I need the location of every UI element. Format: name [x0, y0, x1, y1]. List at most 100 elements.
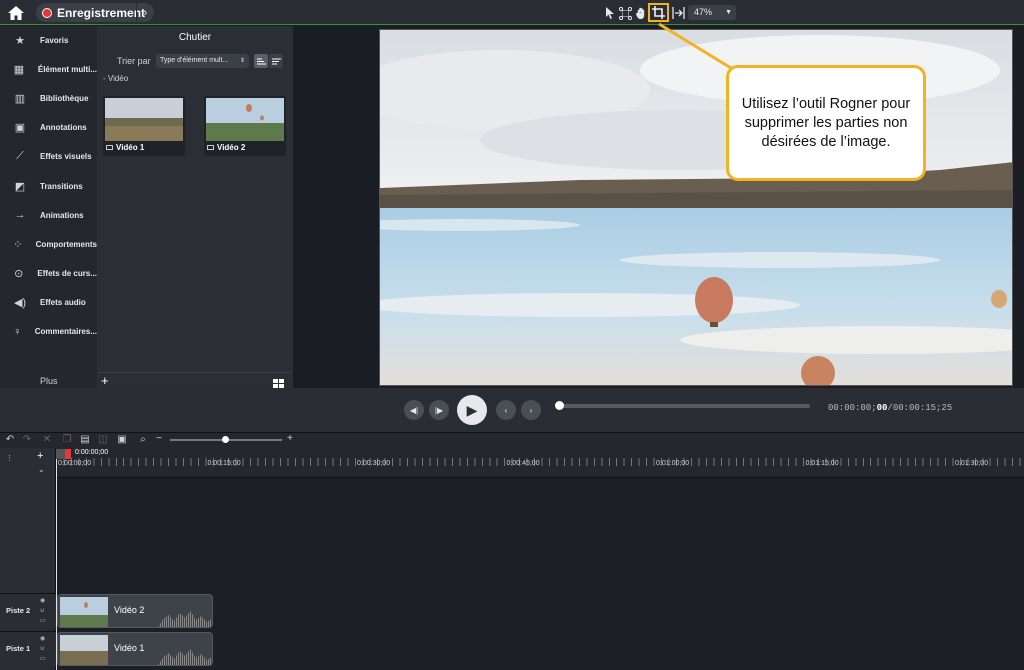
- track-header-piste-1[interactable]: Piste 1 ◉ ∪ ▭: [0, 631, 56, 667]
- clip-label: Vidéo 2: [114, 605, 145, 615]
- timeline-ruler[interactable]: 0:00:00;00 0:00:15;00 0:00:30;00 0:00:45;00…: [56, 448, 1024, 478]
- ruler-label: 0:01:30;00: [955, 460, 989, 467]
- video-thumbnail: [206, 98, 284, 141]
- record-label: Enregistrement: [57, 5, 146, 20]
- sidebar-item-behavior[interactable]: ⁘ Comportements: [0, 230, 97, 259]
- chevron-updown-icon: ⇕: [239, 58, 245, 64]
- paste-icon[interactable]: ▤: [78, 434, 92, 445]
- scrub-handle[interactable]: [555, 401, 564, 410]
- media-label: Vidéo 2: [217, 143, 246, 152]
- ruler-label: 0:00:00;00: [58, 460, 92, 467]
- timecode-frames: 00: [876, 403, 888, 413]
- sidebar-item-library[interactable]: ▥ Bibliothèque: [0, 84, 97, 113]
- pan-icon[interactable]: [634, 6, 648, 20]
- zoom-out-icon[interactable]: −: [152, 433, 166, 444]
- ruler-label: 0:00:30;00: [357, 460, 391, 467]
- cut-icon: ✕: [42, 434, 52, 445]
- audio-waveform: [158, 611, 212, 627]
- lock-icon[interactable]: ▭: [40, 655, 46, 662]
- instruction-callout: Utilisez l’outil Rogner pour supprimer l…: [726, 65, 926, 181]
- add-track-icon[interactable]: +: [37, 450, 43, 462]
- group-label: Vidéo: [107, 74, 129, 83]
- redo-icon: ↷: [22, 434, 32, 445]
- sidebar-item-label: Effets audio: [40, 297, 86, 307]
- video-group-header[interactable]: - Vidéo: [103, 74, 128, 83]
- more-button[interactable]: Plus: [40, 376, 58, 386]
- split-icon: ◫: [98, 434, 108, 445]
- previous-clip-icon[interactable]: ‹: [496, 400, 516, 420]
- video-thumbnail: [105, 98, 183, 141]
- lock-icon[interactable]: ▭: [40, 617, 46, 624]
- sort-descending-icon[interactable]: [269, 54, 283, 68]
- zoom-in-icon[interactable]: +: [283, 433, 297, 444]
- media-item-video-2[interactable]: Vidéo 2: [204, 96, 286, 156]
- step-back-icon[interactable]: ◀|: [404, 400, 424, 420]
- bin-footer: +: [97, 372, 293, 388]
- edit-points-icon[interactable]: [618, 6, 632, 20]
- eye-icon[interactable]: ◉: [40, 597, 45, 604]
- home-icon[interactable]: [6, 4, 26, 21]
- callout-pointer: [658, 22, 732, 70]
- next-clip-icon[interactable]: ›: [521, 400, 541, 420]
- sidebar-item-star[interactable]: ★ Favoris: [0, 26, 97, 55]
- microphone-icon: ♀: [13, 325, 22, 338]
- scrub-bar[interactable]: [558, 404, 810, 408]
- sidebar-item-speaker[interactable]: ◀) Effets audio: [0, 288, 97, 317]
- sidebar-item-label: Favoris: [40, 36, 69, 45]
- chevron-right-icon[interactable]: ›: [136, 3, 154, 22]
- select-icon[interactable]: [603, 6, 617, 20]
- camera-icon[interactable]: ▣: [115, 434, 129, 445]
- step-forward-icon[interactable]: |▶: [429, 400, 449, 420]
- arrow-icon: →: [14, 209, 26, 222]
- track-header-piste-2[interactable]: Piste 2 ◉ ∪ ▭: [0, 593, 56, 629]
- timecode-total: /00:00:15;25: [887, 403, 953, 413]
- timecode: 00:00:00;00/00:00:15;25: [828, 403, 952, 413]
- eye-icon[interactable]: ◉: [40, 635, 45, 642]
- media-item-video-1[interactable]: Vidéo 1: [103, 96, 185, 156]
- ruler-label: 0:01:00;00: [656, 460, 690, 467]
- zoom-icon: ⌕: [140, 434, 146, 445]
- record-dot-icon: [42, 7, 52, 18]
- timecode-current: 00:00:00;: [828, 403, 877, 413]
- sidebar-item-film[interactable]: ▦ Élément multi...: [0, 55, 97, 84]
- sidebar-item-microphone[interactable]: ♀ Commentaires...: [0, 317, 97, 346]
- track-height-icon[interactable]: ⋮: [6, 454, 13, 462]
- sidebar-item-annotation[interactable]: ▣ Annotations: [0, 113, 97, 142]
- ruler-label: 0:01:15;00: [805, 460, 839, 467]
- crop-icon: [652, 6, 665, 19]
- add-media-icon[interactable]: +: [101, 373, 109, 388]
- magnet-icon[interactable]: ∪: [40, 645, 44, 652]
- record-button[interactable]: Enregistrement ›: [36, 3, 154, 22]
- sort-ascending-icon[interactable]: [254, 54, 268, 68]
- undo-icon[interactable]: ↶: [3, 434, 17, 445]
- bin-title: Chutier: [178, 32, 212, 43]
- sidebar-item-wand[interactable]: ⟋ Effets visuels: [0, 142, 97, 171]
- sidebar-item-label: Effets de curs...: [37, 268, 97, 278]
- sidebar-item-label: Effets visuels: [40, 152, 92, 162]
- chevron-down-icon: ▼: [725, 9, 732, 16]
- sidebar-item-cursor[interactable]: ⊙ Effets de curs...: [0, 259, 97, 288]
- annotation-icon: ▣: [14, 122, 26, 135]
- sort-value: Type d'élément mult...: [160, 57, 229, 64]
- collapse-tracks-icon[interactable]: ⌄: [38, 465, 45, 474]
- ripple-icon[interactable]: [671, 6, 685, 20]
- sidebar-item-arrow[interactable]: → Animations: [0, 201, 97, 230]
- sidebar-item-transition[interactable]: ◩ Transitions: [0, 172, 97, 201]
- sort-select[interactable]: Type d'élément mult... ⇕: [156, 54, 249, 68]
- timeline-zoom-handle[interactable]: [222, 436, 229, 443]
- speaker-icon: ◀): [13, 296, 27, 309]
- play-button[interactable]: ▶: [457, 395, 487, 425]
- clip-video-1[interactable]: Vidéo 1: [57, 632, 213, 666]
- track-name: Piste 1: [6, 644, 31, 653]
- library-icon: ▥: [14, 93, 26, 106]
- zoom-select[interactable]: 47% ▼: [688, 5, 736, 20]
- transition-icon: ◩: [14, 180, 26, 193]
- sidebar-item-label: Animations: [40, 210, 84, 220]
- clip-thumbnail: [60, 597, 108, 627]
- playhead-out-marker[interactable]: [65, 449, 71, 459]
- sidebar-item-label: Comportements: [35, 239, 97, 249]
- media-bin-panel: Chutier Trier par Type d'élément mult...…: [97, 26, 293, 388]
- zoom-value: 47%: [694, 7, 713, 17]
- clip-video-2[interactable]: Vidéo 2: [57, 594, 213, 628]
- magnet-icon[interactable]: ∪: [40, 607, 44, 614]
